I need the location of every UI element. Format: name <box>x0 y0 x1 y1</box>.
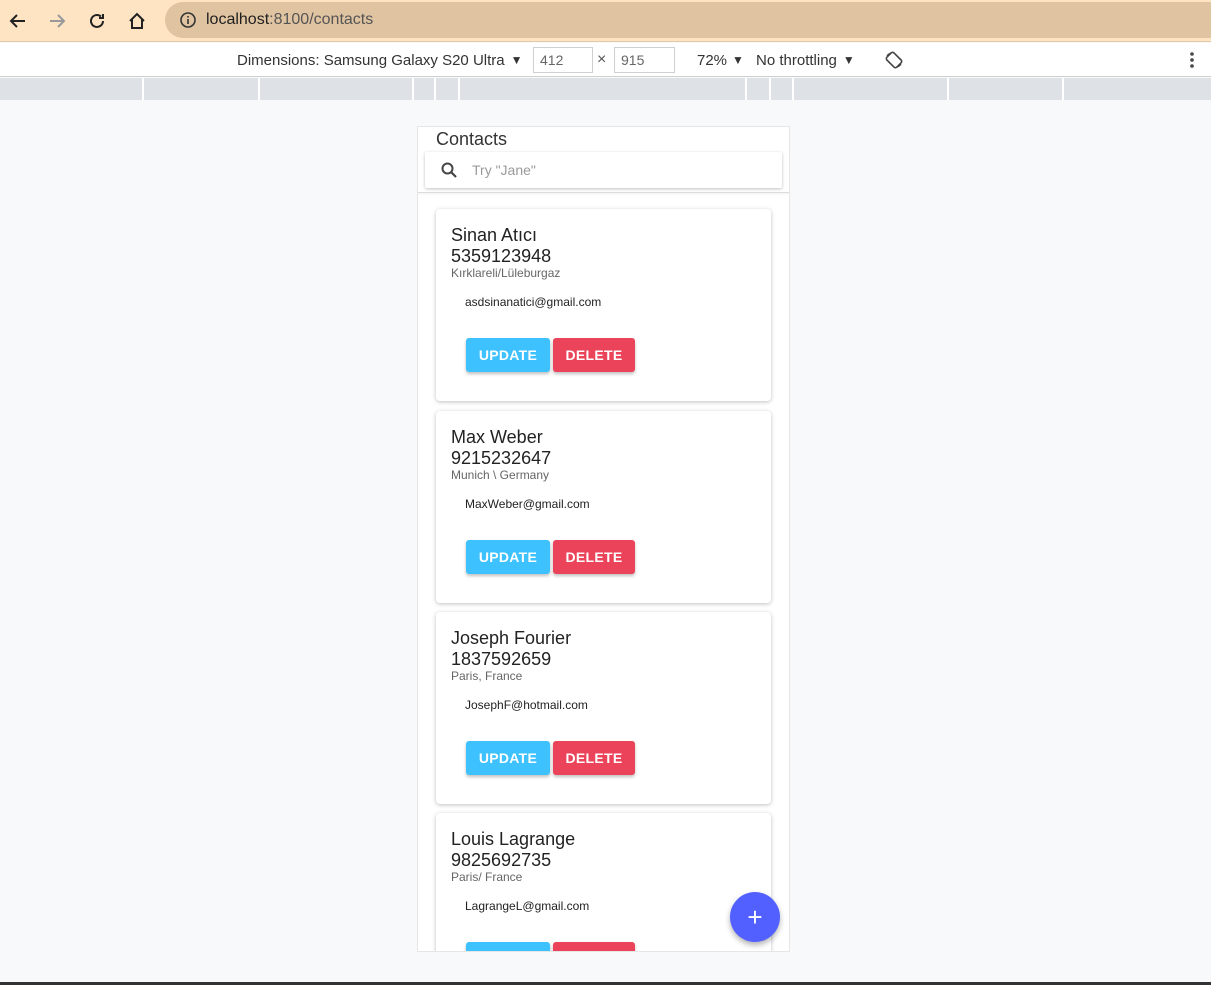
times-icon: × <box>597 51 607 68</box>
throttling-dropdown[interactable]: No throttling ▼ <box>756 43 855 77</box>
forward-button[interactable] <box>40 4 74 38</box>
contact-phone: 5359123948 <box>451 246 552 266</box>
rotate-icon <box>885 51 903 69</box>
contact-email: JosephF@hotmail.com <box>465 698 588 712</box>
chevron-down-icon: ▼ <box>842 53 855 67</box>
contact-email: MaxWeber@gmail.com <box>465 497 590 511</box>
throttling-label: No throttling <box>756 51 837 69</box>
ruler-divider <box>412 78 414 100</box>
url-host: localhost <box>206 11 270 28</box>
more-options-button[interactable] <box>1185 43 1199 77</box>
contact-phone: 9215232647 <box>451 448 552 468</box>
page-title: Contacts <box>436 129 508 149</box>
ruler-divider <box>792 78 794 100</box>
update-button[interactable]: UPDATE <box>466 741 550 775</box>
device-viewport: Contacts Sinan Atıcı 5359123948 Kırklare… <box>417 126 790 952</box>
add-contact-button[interactable]: + <box>730 892 780 942</box>
rotate-button[interactable] <box>884 43 904 77</box>
reload-button[interactable] <box>80 4 114 38</box>
contact-card: Joseph Fourier 1837592659 Paris, France … <box>436 612 771 804</box>
contact-card: Max Weber 9215232647 Munich \ Germany Ma… <box>436 411 771 603</box>
device-toolbar: Dimensions: Samsung Galaxy S20 Ultra ▼ 4… <box>0 43 1211 77</box>
contact-name: Joseph Fourier <box>451 628 572 648</box>
ruler-divider <box>769 78 771 100</box>
delete-button[interactable]: DELETE <box>553 338 635 372</box>
reload-icon <box>90 13 104 28</box>
back-arrow-icon <box>9 14 25 28</box>
contact-card: Sinan Atıcı 5359123948 Kırklareli/Lülebu… <box>436 209 771 401</box>
info-icon[interactable] <box>179 11 197 29</box>
url-text: localhost:8100/contacts <box>206 11 373 29</box>
search-input[interactable] <box>472 162 762 178</box>
address-bar[interactable]: localhost:8100/contacts <box>165 2 1211 38</box>
contact-name: Max Weber <box>451 427 543 447</box>
device-dimensions-dropdown[interactable]: Dimensions: Samsung Galaxy S20 Ultra ▼ <box>237 43 523 77</box>
media-query-bar[interactable] <box>0 78 1211 100</box>
device-width-input[interactable]: 412 <box>533 47 593 73</box>
home-icon <box>129 12 145 29</box>
delete-button[interactable]: DELETE <box>553 741 635 775</box>
contact-location: Paris, France <box>451 669 523 683</box>
search-icon <box>441 162 457 178</box>
chevron-down-icon: ▼ <box>732 53 744 67</box>
ruler-divider <box>258 78 260 100</box>
search-bar[interactable] <box>425 152 782 188</box>
contact-location: Paris/ France <box>451 870 523 884</box>
contact-email: LagrangeL@gmail.com <box>465 899 590 913</box>
device-height-input[interactable]: 915 <box>614 47 675 73</box>
contact-location: Kırklareli/Lüleburgaz <box>451 266 561 280</box>
browser-toolbar: localhost:8100/contacts <box>0 0 1211 42</box>
delete-button[interactable]: DELETE <box>553 540 635 574</box>
contact-phone: 9825692735 <box>451 850 552 870</box>
plus-icon: + <box>747 901 763 932</box>
chevron-down-icon: ▼ <box>510 53 523 67</box>
url-path: :8100/contacts <box>269 11 374 28</box>
ruler-divider <box>142 78 144 100</box>
contact-email: asdsinanatici@gmail.com <box>465 295 602 309</box>
contact-phone: 1837592659 <box>451 649 552 669</box>
ruler-divider <box>434 78 436 100</box>
ruler-divider <box>458 78 460 100</box>
ruler-divider <box>947 78 949 100</box>
contact-name: Sinan Atıcı <box>451 225 538 245</box>
contact-card: Louis Lagrange 9825692735 Paris/ France … <box>436 813 771 951</box>
more-vert-icon <box>1190 52 1194 68</box>
app-header: Contacts <box>418 127 789 193</box>
forward-arrow-icon <box>50 14 66 28</box>
back-button[interactable] <box>1 4 35 38</box>
contact-name: Louis Lagrange <box>451 829 576 849</box>
contact-location: Munich \ Germany <box>451 468 550 482</box>
ruler-divider <box>745 78 747 100</box>
device-dimensions-label: Dimensions: Samsung Galaxy S20 Ultra <box>237 51 505 69</box>
zoom-label: 72% <box>697 51 728 69</box>
update-button[interactable]: UPDATE <box>466 540 550 574</box>
delete-button[interactable]: DELETE <box>553 942 635 951</box>
zoom-dropdown[interactable]: 72% ▼ <box>697 43 744 77</box>
update-button[interactable]: UPDATE <box>466 338 550 372</box>
home-button[interactable] <box>120 4 154 38</box>
ruler-divider <box>1062 78 1064 100</box>
update-button[interactable]: UPDATE <box>466 942 550 951</box>
